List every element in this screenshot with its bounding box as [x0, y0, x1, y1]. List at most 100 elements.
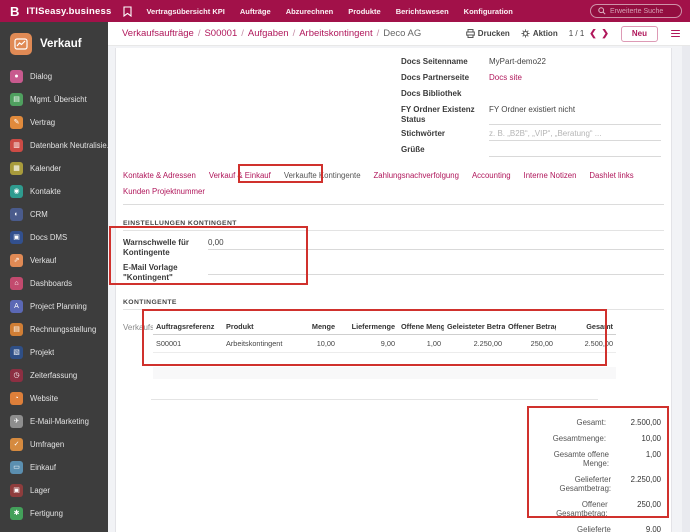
warnschwelle-input[interactable]: 0,00	[208, 238, 664, 250]
tab-dashlet-links[interactable]: Dashlet links	[589, 171, 633, 180]
sidebar-item-email-marketing[interactable]: ✈ E-Mail-Marketing	[0, 410, 108, 433]
printer-icon	[465, 29, 475, 38]
sidebar-item-umfragen[interactable]: ✓ Umfragen	[0, 433, 108, 456]
table-row[interactable]: S00001 Arbeitskontingent 10,00 9,00 1,00…	[153, 334, 616, 353]
total-value: 9,00	[645, 524, 661, 532]
scrollbar[interactable]	[682, 46, 690, 532]
tab-verkaufte-kontingente[interactable]: Verkaufte Kontingente	[284, 171, 361, 180]
tags-input[interactable]: z. B. „B2B“, „VIP“, „Beratung“ ...	[489, 128, 661, 141]
menu-item-vertragsuebersicht-kpi[interactable]: Vertragsübersicht KPI	[146, 7, 224, 16]
col-geleisteter-betrag[interactable]: Geleisteter Betrag	[444, 317, 505, 335]
docs-site-link[interactable]: Docs site	[489, 72, 661, 85]
cell-produkt[interactable]: Arbeitskontingent	[223, 334, 296, 353]
cell-offener-betrag[interactable]: 250,00	[505, 334, 556, 353]
field-fy-ordner-existenz-status: FY Ordner Existenz Status FY Ordner exis…	[401, 104, 661, 125]
verkaufs-field-label: Verkaufs	[123, 322, 153, 332]
email-marketing-icon: ✈	[10, 415, 23, 428]
cell-geleisteter-betrag[interactable]: 2.250,00	[444, 334, 505, 353]
bookmark-icon[interactable]	[123, 5, 133, 17]
sidebar-item-lager[interactable]: ▣ Lager	[0, 479, 108, 502]
field-value[interactable]: MyPart-demo22	[489, 56, 661, 69]
dialog-icon: ●	[10, 70, 23, 83]
sidebar-item-projekt[interactable]: ▧ Projekt	[0, 341, 108, 364]
pager: 1 / 1 ❮ ❯	[569, 28, 610, 39]
tab-row-1: Kontakte & Adressen Verkauf & Einkauf Ve…	[123, 171, 664, 180]
sidebar-item-verkauf[interactable]: ⇗ Verkauf	[0, 249, 108, 272]
col-produkt[interactable]: Produkt	[223, 317, 296, 335]
cell-offene-menge[interactable]: 1,00	[398, 334, 444, 353]
totals-panel: Gesamt: 2.500,00 Gesamtmenge: 10,00 Gesa…	[525, 406, 667, 532]
sidebar-item-dialog[interactable]: ● Dialog	[0, 65, 108, 88]
content-area: Docs Seitenname MyPart-demo22 Docs Partn…	[108, 46, 690, 532]
col-auftragsreferenz[interactable]: Auftragsreferenz	[153, 317, 223, 335]
tab-interne-notizen[interactable]: Interne Notizen	[524, 171, 577, 180]
sidebar-item-kalender[interactable]: ▦ Kalender	[0, 157, 108, 180]
sidebar-item-dashboards[interactable]: ⌂ Dashboards	[0, 272, 108, 295]
breadcrumb-verkaufsauftraege[interactable]: Verkaufsaufträge	[122, 28, 194, 39]
cell-gesamt[interactable]: 2.500,00	[556, 334, 616, 353]
dashboards-icon: ⌂	[10, 277, 23, 290]
new-button[interactable]: Neu	[620, 25, 658, 42]
col-offene-menge[interactable]: Offene Menge	[398, 317, 444, 335]
sidebar-item-label: Rechnungsstellung	[30, 325, 97, 334]
col-menge[interactable]: Menge	[296, 317, 338, 335]
col-gesamt[interactable]: Gesamt	[556, 317, 616, 335]
sidebar-item-mgmt-uebersicht[interactable]: ▤ Mgmt. Übersicht	[0, 88, 108, 111]
field-value[interactable]: FY Ordner existiert nicht	[489, 104, 661, 125]
field-value[interactable]	[489, 144, 661, 157]
icon-glyph: ▥	[13, 142, 20, 149]
menu-item-abzurechnen[interactable]: Abzurechnen	[286, 7, 334, 16]
col-liefermenge[interactable]: Liefermenge	[338, 317, 398, 335]
hamburger-menu-icon[interactable]	[669, 28, 682, 40]
sidebar-item-vertrag[interactable]: ✎ Vertrag	[0, 111, 108, 134]
sidebar-item-docs-dms[interactable]: ▣ Docs DMS	[0, 226, 108, 249]
sidebar-item-einkauf[interactable]: ▭ Einkauf	[0, 456, 108, 479]
sidebar-item-project-planning[interactable]: A Project Planning	[0, 295, 108, 318]
icon-glyph: ✓	[13, 441, 20, 448]
sidebar-item-crm[interactable]: ◐ CRM	[0, 203, 108, 226]
tab-accounting[interactable]: Accounting	[472, 171, 511, 180]
icon-glyph: ▧	[13, 349, 20, 356]
tab-kontakte-adressen[interactable]: Kontakte & Adressen	[123, 171, 196, 180]
app-logo[interactable]: B	[10, 4, 19, 19]
cell-auftragsreferenz[interactable]: S00001	[153, 334, 223, 353]
menu-item-auftraege[interactable]: Aufträge	[240, 7, 271, 16]
cell-liefermenge[interactable]: 9,00	[338, 334, 398, 353]
breadcrumb-s00001[interactable]: S00001	[204, 28, 237, 39]
field-value[interactable]	[489, 88, 661, 101]
field-docs-partnerseite: Docs Partnerseite Docs site	[401, 72, 661, 85]
menu-item-berichtswesen[interactable]: Berichtswesen	[396, 7, 449, 16]
sidebar-item-zeiterfassung[interactable]: ◷ Zeiterfassung	[0, 364, 108, 387]
sidebar-item-rechnungsstellung[interactable]: ▤ Rechnungsstellung	[0, 318, 108, 341]
lager-icon: ▣	[10, 484, 23, 497]
sidebar-app-label: Verkauf	[40, 38, 82, 50]
sidebar-item-website[interactable]: ◔ Website	[0, 387, 108, 410]
menu-item-produkte[interactable]: Produkte	[348, 7, 381, 16]
sidebar-item-label: Kontakte	[30, 187, 61, 196]
breadcrumb-aufgaben[interactable]: Aufgaben	[248, 28, 289, 39]
kalender-icon: ▦	[10, 162, 23, 175]
breadcrumb-separator: /	[197, 28, 201, 39]
sidebar-item-fertigung[interactable]: ✱ Fertigung	[0, 502, 108, 525]
breadcrumb-arbeitskontingent[interactable]: Arbeitskontingent	[299, 28, 372, 39]
sidebar-item-label: Projekt	[30, 348, 55, 357]
einkauf-icon: ▭	[10, 461, 23, 474]
action-button[interactable]: Aktion	[521, 29, 558, 38]
brand-name[interactable]: ITISeasy.business	[26, 6, 111, 17]
search-input[interactable]: Erweiterte Suche	[590, 4, 682, 18]
total-label: Offener Gesamtbetrag:	[556, 499, 608, 518]
tab-verkauf-einkauf[interactable]: Verkauf & Einkauf	[209, 171, 271, 180]
table-header-row: Auftragsreferenz Produkt Menge Liefermen…	[153, 317, 616, 335]
sidebar-item-kontakte[interactable]: ◉ Kontakte	[0, 180, 108, 203]
tab-zahlungsnachverfolgung[interactable]: Zahlungsnachverfolgung	[374, 171, 459, 180]
menu-item-konfiguration[interactable]: Konfiguration	[464, 7, 513, 16]
cell-menge[interactable]: 10,00	[296, 334, 338, 353]
sidebar-app-header[interactable]: Verkauf	[0, 22, 108, 65]
email-vorlage-input[interactable]	[208, 263, 664, 275]
pager-prev-next-icons[interactable]: ❮ ❯	[589, 28, 610, 39]
col-offener-betrag[interactable]: Offener Betrag	[505, 317, 556, 335]
table-empty-row	[153, 352, 616, 365]
sidebar-item-datenbank-neutralisierung[interactable]: ▥ Datenbank Neutralisie...	[0, 134, 108, 157]
tab-kunden-projektnummer[interactable]: Kunden Projektnummer	[123, 187, 205, 196]
print-button[interactable]: Drucken	[465, 29, 510, 38]
